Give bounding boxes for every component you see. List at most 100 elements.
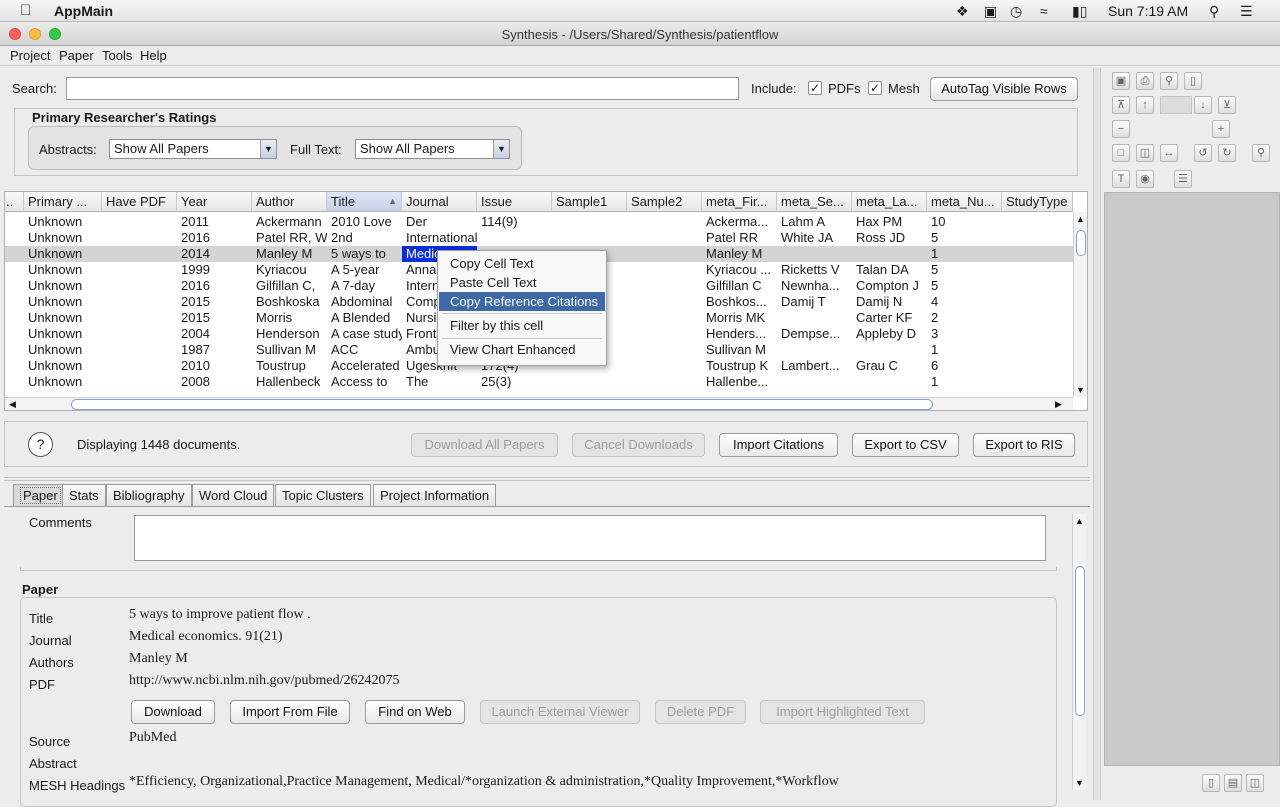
cancel-downloads-button[interactable]: Cancel Downloads [572, 433, 705, 457]
table-cell[interactable]: Unknown [24, 294, 102, 310]
table-cell[interactable] [627, 294, 702, 310]
menu-item-view-chart-enhanced[interactable]: View Chart Enhanced [439, 340, 605, 359]
fulltext-filter-select[interactable]: Show All Papers ▼ [355, 139, 510, 159]
mesh-checkbox[interactable]: ✓ [868, 81, 882, 95]
app-name[interactable]: AppMain [54, 3, 113, 19]
table-cell[interactable] [102, 262, 177, 278]
scroll-down-icon[interactable]: ▼ [1075, 778, 1084, 788]
table-cell[interactable]: Unknown [24, 358, 102, 374]
table-cell[interactable]: 2015 [177, 294, 252, 310]
menu-item-paste-cell-text[interactable]: Paste Cell Text [439, 273, 605, 292]
table-cell[interactable]: 5 [927, 278, 1002, 294]
save-icon[interactable]: ▣ [1112, 72, 1130, 90]
menu-item-copy-cell-text[interactable]: Copy Cell Text [439, 254, 605, 273]
zoom-in-icon[interactable]: + [1212, 120, 1230, 138]
details-vertical-scrollbar[interactable]: ▲ ▼ [1072, 514, 1086, 790]
column-header[interactable]: meta_Se... [777, 192, 852, 212]
tab-stats[interactable]: Stats [62, 484, 106, 506]
table-cell[interactable] [552, 374, 627, 390]
column-header[interactable]: meta_La... [852, 192, 927, 212]
table-cell[interactable] [1002, 342, 1073, 358]
table-cell[interactable] [1002, 246, 1073, 262]
table-cell[interactable]: Damij T [777, 294, 852, 310]
continuous-page-icon[interactable]: ▤ [1224, 774, 1242, 792]
details-vscroll-thumb[interactable] [1075, 566, 1085, 716]
table-cell[interactable]: A Blended [327, 310, 402, 326]
table-cell[interactable] [102, 278, 177, 294]
column-header[interactable]: Journal [402, 192, 477, 212]
table-cell[interactable] [552, 214, 627, 230]
delete-pdf-button[interactable]: Delete PDF [655, 700, 746, 724]
last-page-icon[interactable]: ⊻ [1218, 96, 1236, 114]
tab-word-cloud[interactable]: Word Cloud [192, 484, 275, 506]
table-cell[interactable] [102, 230, 177, 246]
table-cell[interactable]: 2004 [177, 326, 252, 342]
next-page-icon[interactable]: ↓ [1194, 96, 1212, 114]
table-cell[interactable] [627, 262, 702, 278]
scroll-down-icon[interactable]: ▼ [1076, 385, 1085, 395]
paper-pdf-link[interactable]: http://www.ncbi.nlm.nih.gov/pubmed/26242… [129, 673, 400, 689]
scroll-up-icon[interactable]: ▲ [1076, 214, 1085, 224]
table-cell[interactable]: Ross JD [852, 230, 927, 246]
column-header[interactable]: Primary ... [24, 192, 102, 212]
scroll-right-icon[interactable]: ▶ [1055, 399, 1062, 410]
table-cell[interactable]: International [402, 230, 477, 246]
table-cell[interactable]: 10 [927, 214, 1002, 230]
table-cell[interactable]: Ackerma... [702, 214, 777, 230]
first-page-icon[interactable]: ⊼ [1112, 96, 1130, 114]
table-cell[interactable]: ACC [327, 342, 402, 358]
single-page-icon[interactable]: ▯ [1202, 774, 1220, 792]
table-cell[interactable]: Sullivan M [702, 342, 777, 358]
column-header[interactable]: StudyType [1002, 192, 1073, 212]
table-cell[interactable]: Morris [252, 310, 327, 326]
table-cell[interactable]: Henders... [702, 326, 777, 342]
table-cell[interactable]: Appleby D [852, 326, 927, 342]
table-cell[interactable]: 6 [927, 358, 1002, 374]
export-ris-button[interactable]: Export to RIS [973, 433, 1075, 457]
table-cell[interactable] [627, 278, 702, 294]
table-cell[interactable] [102, 214, 177, 230]
table-cell[interactable]: Hallenbe... [702, 374, 777, 390]
table-cell[interactable]: 2 [927, 310, 1002, 326]
table-cell[interactable]: A 7-day [327, 278, 402, 294]
table-cell[interactable]: Newnha... [777, 278, 852, 294]
rotate-right-icon[interactable]: ↻ [1218, 144, 1236, 162]
table-cell[interactable]: Lambert... [777, 358, 852, 374]
table-cell[interactable]: Unknown [24, 230, 102, 246]
table-cell[interactable]: Talan DA [852, 262, 927, 278]
table-cell[interactable]: Unknown [24, 374, 102, 390]
text-select-icon[interactable]: T [1112, 170, 1130, 188]
table-cell[interactable] [777, 246, 852, 262]
table-cell[interactable] [102, 358, 177, 374]
table-cell[interactable]: Compton J [852, 278, 927, 294]
table-cell[interactable]: 1 [927, 342, 1002, 358]
zoom-out-icon[interactable]: − [1112, 120, 1130, 138]
table-cell[interactable]: Kyriacou ... [702, 262, 777, 278]
dropbox-icon[interactable]: ❖ [956, 3, 969, 20]
table-cell[interactable]: Boshkos... [702, 294, 777, 310]
table-cell[interactable] [852, 246, 927, 262]
launch-external-viewer-button[interactable]: Launch External Viewer [480, 700, 640, 724]
print-icon[interactable]: ⎙ [1136, 72, 1154, 90]
table-cell[interactable] [102, 342, 177, 358]
tab-project-information[interactable]: Project Information [373, 484, 497, 506]
table-cell[interactable]: Lahm A [777, 214, 852, 230]
table-cell[interactable]: 3 [927, 326, 1002, 342]
table-cell[interactable] [1002, 278, 1073, 294]
table-cell[interactable]: 4 [927, 294, 1002, 310]
table-cell[interactable] [627, 374, 702, 390]
find-on-web-button[interactable]: Find on Web [365, 700, 465, 724]
menu-project[interactable]: Project [10, 48, 50, 63]
table-cell[interactable]: Sullivan M [252, 342, 327, 358]
search-input[interactable] [66, 77, 739, 100]
table-cell[interactable]: 5 ways to [327, 246, 402, 262]
import-citations-button[interactable]: Import Citations [719, 433, 838, 457]
table-cell[interactable]: Unknown [24, 214, 102, 230]
table-cell[interactable]: A 5-year [327, 262, 402, 278]
table-cell[interactable]: Unknown [24, 278, 102, 294]
table-cell[interactable] [627, 358, 702, 374]
table-cell[interactable]: Gilfillan C, [252, 278, 327, 294]
table-cell[interactable]: Carter KF [852, 310, 927, 326]
apple-icon[interactable]:  [20, 2, 31, 19]
table-cell[interactable]: 1 [927, 246, 1002, 262]
